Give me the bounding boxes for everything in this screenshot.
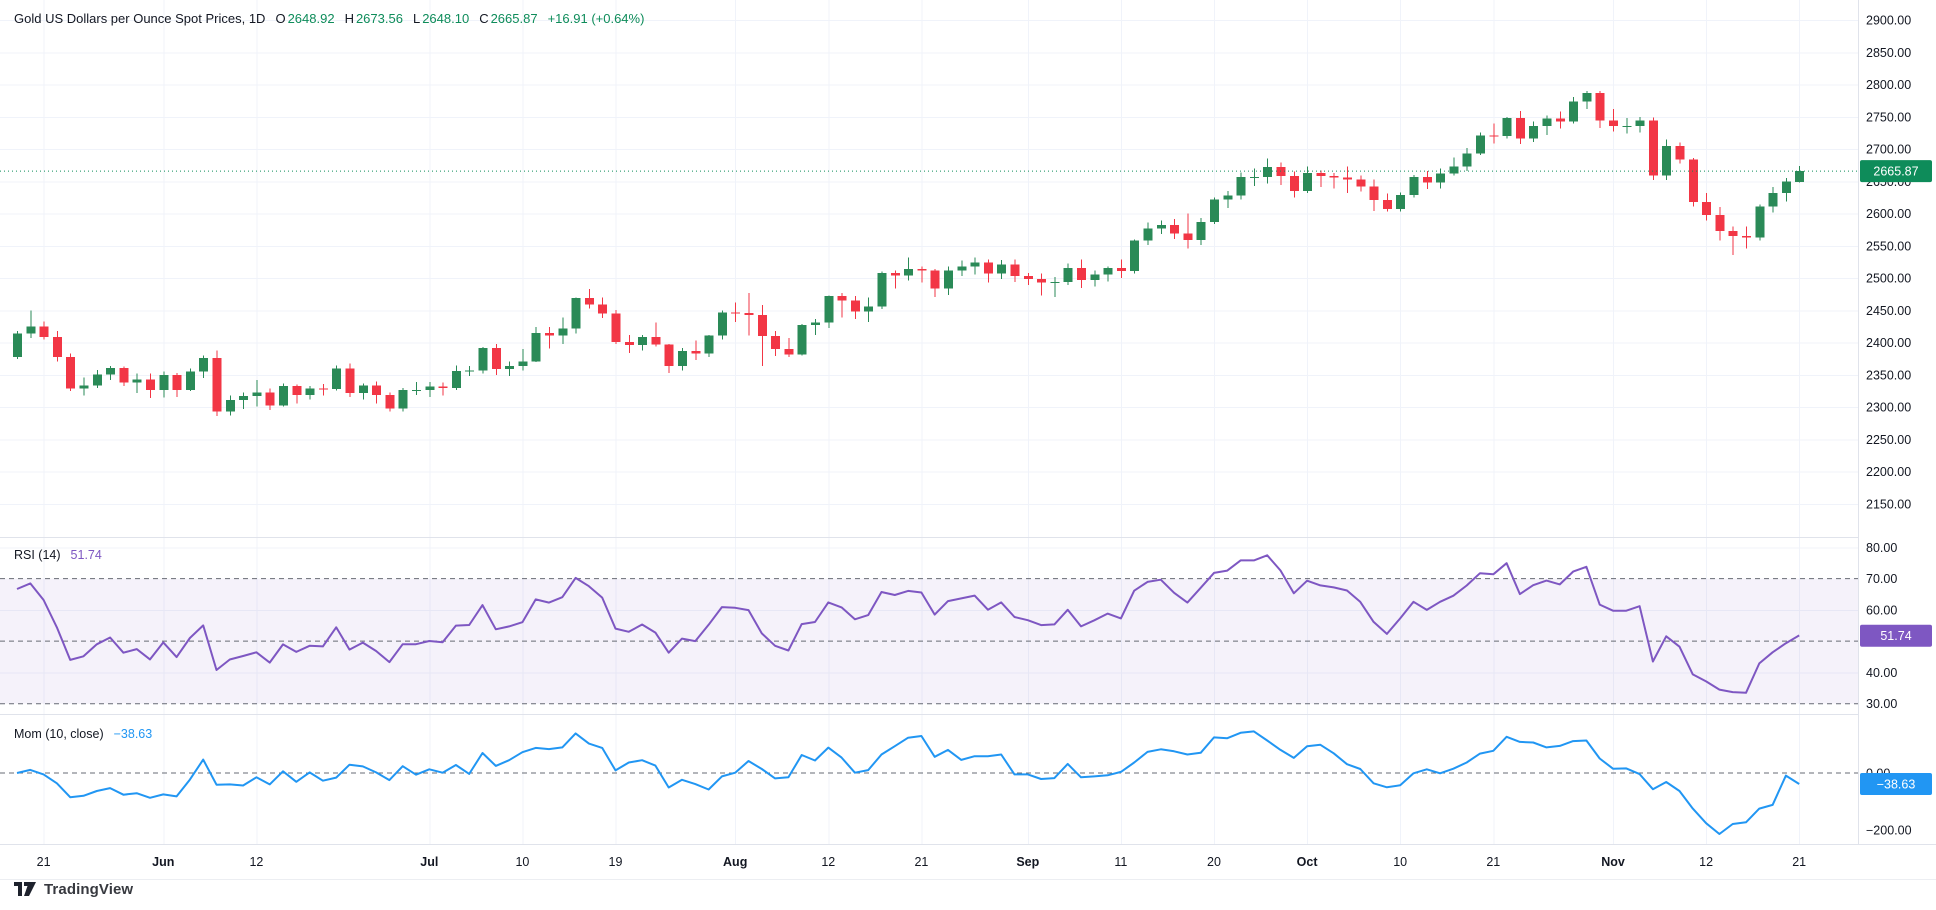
tradingview-attribution[interactable]: TradingView <box>13 881 133 898</box>
tradingview-logo-icon <box>13 882 37 897</box>
mom-legend[interactable]: Mom (10, close) −38.63 <box>14 726 152 742</box>
momentum-line <box>17 731 1799 834</box>
ohlc-high: H2673.56 <box>345 11 403 27</box>
ohlc-close: C2665.87 <box>479 11 537 27</box>
chart-canvas[interactable]: 2900.002850.002800.002750.002700.002650.… <box>0 0 1936 910</box>
rsi-value: 51.74 <box>71 547 102 563</box>
rsi-legend[interactable]: RSI (14) 51.74 <box>14 547 102 563</box>
ohlc-low: L2648.10 <box>413 11 469 27</box>
candlestick-series <box>13 91 1804 416</box>
gridlines <box>0 0 1858 844</box>
tradingview-chart-widget: Gold US Dollars per Ounce Spot Prices, 1… <box>0 0 1936 910</box>
time-scale[interactable] <box>0 845 1936 879</box>
symbol-legend[interactable]: Gold US Dollars per Ounce Spot Prices, 1… <box>14 11 644 27</box>
price-scale[interactable] <box>1859 0 1936 844</box>
mom-value: −38.63 <box>114 726 153 742</box>
mom-label: Mom (10, close) <box>14 726 104 742</box>
change-value: +16.91 (+0.64%) <box>548 11 645 27</box>
ohlc-open: O2648.92 <box>275 11 334 27</box>
rsi-label: RSI (14) <box>14 547 61 563</box>
tradingview-brand-text: TradingView <box>44 881 133 898</box>
symbol-title: Gold US Dollars per Ounce Spot Prices, 1… <box>14 11 265 27</box>
